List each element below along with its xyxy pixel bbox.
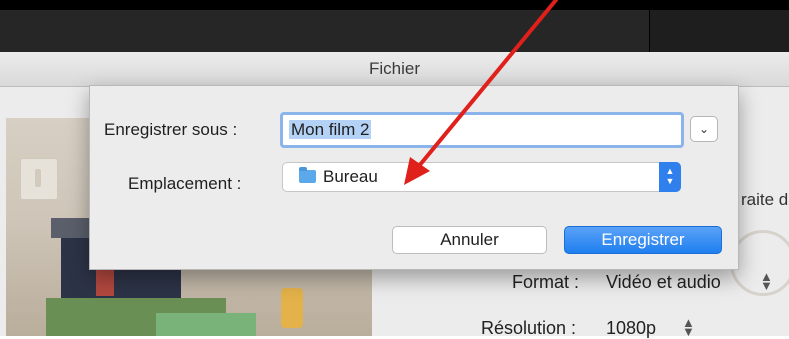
location-popup[interactable]: Bureau ▲ ▼: [282, 162, 681, 192]
save-as-field[interactable]: Mon film 2: [280, 112, 684, 148]
lego-figure: [281, 288, 303, 328]
lego-brick: [96, 268, 114, 296]
format-stepper-icon[interactable]: ▲ ▼: [760, 270, 773, 292]
save-as-label: Enregistrer sous :: [104, 120, 238, 139]
cancel-button[interactable]: Annuler: [392, 226, 547, 254]
resolution-stepper-icon[interactable]: ▲ ▼: [682, 316, 695, 338]
format-value[interactable]: Vidéo et audio: [606, 272, 721, 293]
toolbar-right-area: [650, 10, 789, 52]
folder-icon: [299, 167, 316, 183]
wall-outlet: [20, 158, 58, 200]
expand-dialog-button[interactable]: ⌄: [690, 116, 718, 142]
save-as-field-value: Mon film 2: [289, 120, 372, 139]
chevron-down-icon: ⌄: [698, 122, 710, 136]
save-dialog: Enregistrer sous : Mon film 2 ⌄ Emplacem…: [89, 85, 739, 270]
location-value: Bureau: [323, 167, 378, 186]
toolbar-left-area: [0, 10, 649, 52]
window-title-bar: Fichier: [0, 52, 789, 87]
format-label: Format :: [512, 272, 580, 292]
partial-settings-text: raite d: [741, 190, 789, 209]
location-label: Emplacement :: [128, 174, 242, 193]
save-button[interactable]: Enregistrer: [564, 226, 722, 254]
popup-arrows-icon: ▲ ▼: [659, 162, 681, 192]
lego-plate: [156, 313, 256, 336]
window-title: Fichier: [368, 59, 420, 78]
